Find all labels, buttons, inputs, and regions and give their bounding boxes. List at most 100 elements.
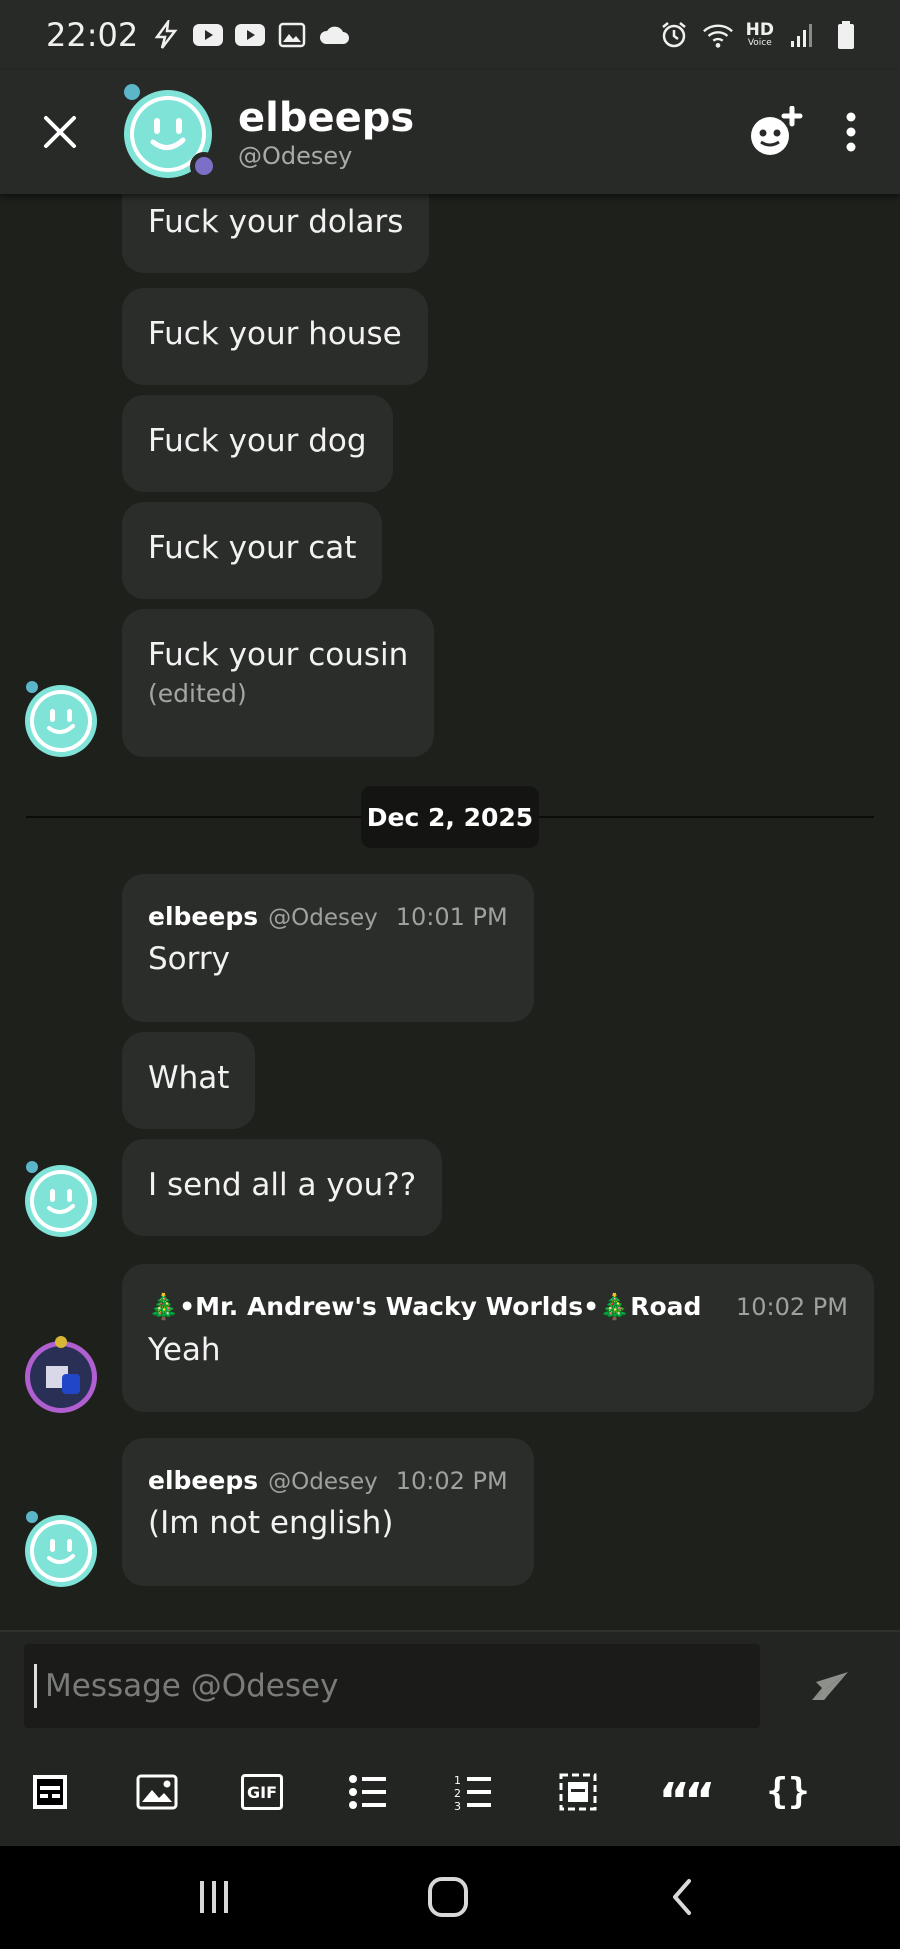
status-right-icons: HD Voice: [658, 19, 862, 51]
message-author[interactable]: 🎄•Mr. Andrew's Wacky Worlds•🎄Road: [148, 1292, 701, 1322]
bulleted-list-button[interactable]: [344, 1768, 392, 1816]
recent-apps-icon: [200, 1881, 228, 1913]
message-composer: [0, 1630, 900, 1738]
home-icon: [428, 1877, 468, 1917]
message-bubble[interactable]: elbeeps @Odesey 10:02 PM (Im not english…: [122, 1438, 534, 1586]
spoiler-icon: [33, 1775, 67, 1809]
header-name: elbeeps: [238, 95, 415, 141]
message-meta: elbeeps @Odesey 10:02 PM: [148, 1466, 508, 1495]
sender-avatar[interactable]: [22, 680, 100, 758]
quote-button[interactable]: ““: [658, 1768, 715, 1825]
back-icon: [673, 1879, 691, 1915]
message-meta: elbeeps @Odesey 10:01 PM: [148, 902, 508, 931]
spoiler-button[interactable]: [26, 1768, 74, 1816]
avatar-image: [25, 1161, 97, 1237]
date-divider: Dec 2, 2025: [361, 786, 539, 848]
message-author[interactable]: elbeeps: [148, 902, 258, 931]
message-text: Sorry: [148, 941, 230, 977]
message-text: Fuck your cat: [148, 530, 357, 566]
svg-text:1: 1: [454, 1774, 461, 1787]
system-navigation-bar: [0, 1846, 900, 1949]
image-icon: [276, 19, 308, 51]
youtube-icon: [234, 19, 266, 51]
back-button[interactable]: [652, 1872, 712, 1922]
status-bar: 22:02 HD Voice: [0, 0, 900, 70]
bulleted-list-icon: [349, 1775, 386, 1809]
code-button[interactable]: {}: [764, 1768, 812, 1816]
svg-text:2: 2: [454, 1787, 461, 1800]
message-text: Fuck your dog: [148, 423, 367, 459]
message-meta: 🎄•Mr. Andrew's Wacky Worlds•🎄Road 10:02 …: [148, 1292, 848, 1322]
header-avatar[interactable]: [120, 84, 218, 180]
header-actions: [748, 106, 858, 158]
message-text: What: [148, 1060, 230, 1096]
header-handle: @Odesey: [238, 142, 353, 170]
add-friend-icon: [751, 106, 803, 155]
gif-icon: GIF: [241, 1774, 283, 1810]
edited-label: (edited): [148, 679, 247, 708]
signal-icon: [786, 19, 818, 51]
wifi-icon: [702, 19, 734, 51]
code-braces-icon: {}: [766, 1771, 810, 1812]
sender-avatar[interactable]: [22, 1160, 100, 1238]
avatar-image: [25, 1511, 97, 1587]
youtube-icon: [192, 19, 224, 51]
status-time: 22:02: [46, 16, 139, 54]
voice-label: Voice: [747, 38, 772, 48]
presence-dot: [190, 152, 218, 180]
message-bubble[interactable]: Fuck your house: [122, 288, 428, 385]
message-time: 10:02 PM: [736, 1293, 848, 1321]
recent-apps-button[interactable]: [184, 1872, 244, 1922]
sender-avatar[interactable]: [22, 1336, 100, 1414]
message-input[interactable]: [45, 1668, 725, 1704]
header-names: elbeeps @Odesey: [238, 94, 414, 170]
message-text: Fuck your dolars: [148, 204, 404, 240]
numbered-list-icon: 123: [454, 1774, 491, 1811]
select-block-button[interactable]: [554, 1768, 602, 1816]
battery-icon: [830, 19, 862, 51]
image-button[interactable]: [133, 1768, 181, 1816]
formatting-toolbar: GIF 123 ““ {}: [0, 1738, 900, 1846]
sender-avatar[interactable]: [22, 1510, 100, 1588]
code-block-select-icon: [559, 1773, 597, 1811]
message-input-wrapper[interactable]: [24, 1644, 760, 1728]
message-time: 10:02 PM: [395, 1467, 508, 1495]
hd-label: HD: [745, 20, 774, 40]
numbered-list-button[interactable]: 123: [449, 1768, 497, 1816]
send-icon: [812, 1672, 848, 1700]
avatar-image: [25, 681, 97, 757]
message-bubble[interactable]: Fuck your cat: [122, 502, 383, 599]
message-bubble[interactable]: Fuck your dog: [122, 395, 393, 492]
message-bubble[interactable]: 🎄•Mr. Andrew's Wacky Worlds•🎄Road 10:02 …: [122, 1264, 874, 1412]
message-bubble[interactable]: Fuck your cousin (edited): [122, 609, 435, 757]
close-button[interactable]: [30, 102, 90, 162]
more-vertical-icon: [846, 112, 856, 152]
svg-text:3: 3: [454, 1800, 461, 1811]
status-left-icons: [150, 19, 350, 51]
hd-voice-icon: HD Voice: [746, 22, 774, 48]
message-text: I send all a you??: [148, 1167, 417, 1203]
avatar-image: [25, 1336, 97, 1413]
home-button[interactable]: [418, 1872, 478, 1922]
alarm-icon: [658, 19, 690, 51]
send-button[interactable]: [800, 1658, 860, 1714]
message-handle: @Odesey: [268, 905, 378, 931]
message-author[interactable]: elbeeps: [148, 1466, 258, 1495]
message-bubble[interactable]: I send all a you??: [122, 1139, 443, 1236]
bolt-icon: [150, 19, 182, 51]
message-list[interactable]: Fuck your dolars Fuck your house Fuck yo…: [0, 194, 900, 1630]
gif-label: GIF: [246, 1782, 277, 1802]
close-icon: [44, 116, 76, 148]
more-options-button[interactable]: [844, 112, 858, 152]
cloud-icon: [318, 19, 350, 51]
gif-button[interactable]: GIF: [238, 1768, 286, 1816]
add-friend-button[interactable]: [748, 106, 804, 158]
message-text: Yeah: [148, 1332, 221, 1368]
message-text: Fuck your house: [148, 316, 402, 352]
text-caret: [34, 1664, 37, 1708]
message-text: (Im not english): [148, 1505, 394, 1541]
message-bubble[interactable]: What: [122, 1032, 256, 1129]
image-icon: [136, 1774, 178, 1810]
message-bubble[interactable]: Fuck your dolars: [122, 194, 430, 273]
message-bubble[interactable]: elbeeps @Odesey 10:01 PM Sorry: [122, 874, 534, 1022]
